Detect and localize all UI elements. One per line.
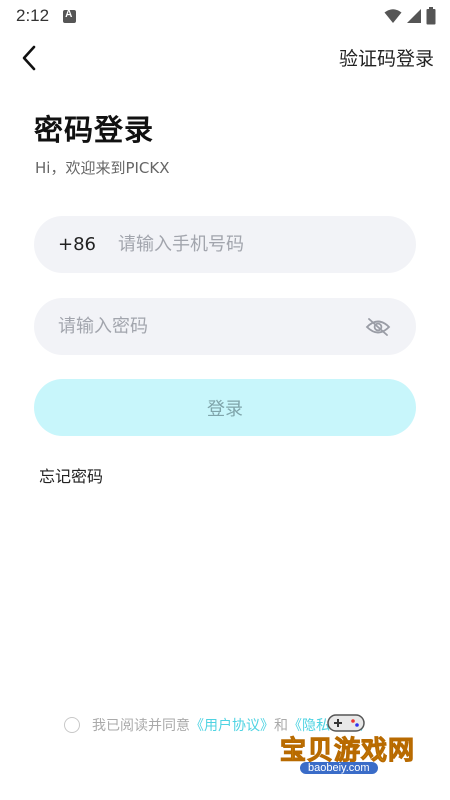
agreement-row: 我已阅读并同意 《用户协议》 和 《隐私政策》 (64, 715, 372, 735)
status-left: 2:12 (16, 6, 77, 26)
user-agreement-link[interactable]: 《用户协议》 (190, 715, 274, 735)
phone-input[interactable] (118, 234, 416, 255)
status-time: 2:12 (16, 6, 50, 25)
page-title: 密码登录 (34, 113, 155, 147)
status-right (384, 7, 436, 25)
back-button[interactable] (14, 40, 44, 76)
watermark-title: 宝贝游戏网 (279, 736, 416, 767)
forgot-password-link[interactable]: 忘记密码 (39, 463, 103, 487)
status-bar: 2:12 (0, 0, 450, 32)
agreement-and: 和 (274, 718, 288, 734)
password-visibility-toggle[interactable] (364, 313, 392, 341)
password-input[interactable] (58, 316, 364, 337)
top-bar: 验证码登录 (0, 38, 450, 78)
watermark-url: baobeiy.com (300, 762, 378, 774)
login-button[interactable]: 登录 (34, 379, 416, 436)
signal-icon (407, 9, 421, 23)
agreement-checkbox[interactable] (64, 717, 80, 733)
page-subtitle: Hi，欢迎来到PICKX (35, 159, 170, 177)
notification-icon (63, 9, 77, 23)
phone-field: +86 (34, 216, 416, 273)
country-code-selector[interactable]: +86 (58, 234, 118, 255)
battery-icon (426, 7, 436, 25)
agreement-prefix: 我已阅读并同意 (92, 718, 190, 734)
chevron-left-icon (22, 45, 36, 71)
password-field (34, 298, 416, 355)
verification-code-login-link[interactable]: 验证码登录 (339, 44, 434, 71)
privacy-policy-link[interactable]: 《隐私政策》 (288, 715, 372, 735)
wifi-icon (384, 9, 402, 23)
eye-off-icon (365, 317, 391, 336)
